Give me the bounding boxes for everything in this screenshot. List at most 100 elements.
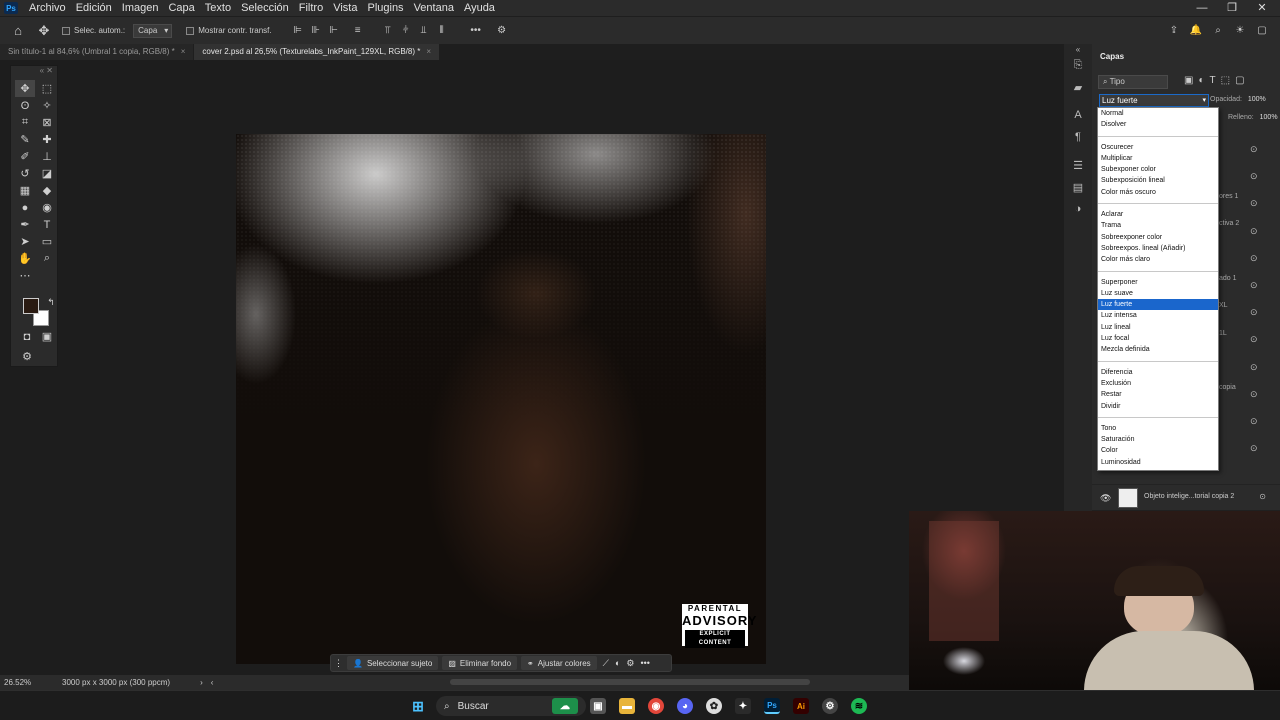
adjust-colors-button[interactable]: ⚭ Ajustar colores [521, 656, 597, 670]
blend-mode-option[interactable]: Exclusión [1098, 378, 1218, 389]
blend-mode-option[interactable]: Luz lineal [1098, 322, 1218, 333]
stamp-tool-icon[interactable]: ⊥ [37, 148, 57, 165]
history-icon[interactable]: ⎘ [1064, 54, 1092, 76]
menu-item-5[interactable]: Selección [236, 0, 294, 16]
blend-mode-option[interactable]: Dividir [1098, 401, 1218, 412]
opacity-control[interactable]: Opacidad: 100% [1210, 96, 1266, 103]
blend-mode-option[interactable]: Sobreexpos. lineal (Añadir) [1098, 243, 1218, 254]
layer-fx-icon[interactable]: ⊙ [1250, 163, 1258, 190]
layer-fx-icon[interactable]: ⊙ [1250, 435, 1258, 462]
workspace-icon[interactable]: ▢ [1254, 23, 1270, 39]
menu-item-1[interactable]: Edición [71, 0, 117, 16]
visibility-eye-icon[interactable]: 👁 [1100, 493, 1111, 504]
document-canvas[interactable]: PARENTAL ADVISORY EXPLICIT CONTENT [236, 134, 766, 664]
chrome-icon[interactable]: ◉ [648, 698, 664, 714]
scroll-left-icon[interactable]: ‹ [211, 678, 214, 687]
auto-select-checkbox[interactable]: Selec. autom.: [62, 26, 125, 35]
history-brush-icon[interactable]: ↺ [15, 165, 35, 182]
align-bottom-icon[interactable]: ⫫ [416, 23, 432, 39]
horizontal-scrollbar[interactable] [450, 679, 810, 685]
distribute-vertical-icon[interactable]: ⦀ [434, 23, 450, 39]
blend-mode-option[interactable]: Color [1098, 445, 1218, 456]
auto-select-target-select[interactable]: Capa [133, 23, 173, 38]
collapse-panels-icon[interactable]: « [1064, 44, 1092, 54]
swap-colors-icon[interactable]: ↰ [41, 294, 61, 311]
blend-mode-option[interactable]: Mezcla definida [1098, 344, 1218, 355]
align-middle-icon[interactable]: ⫩ [398, 23, 414, 39]
opacity-value[interactable]: 100% [1248, 96, 1266, 103]
screen-mode-icon[interactable]: ▣ [37, 328, 57, 345]
layer-name[interactable]: Objeto intelige...torial copia 2 [1144, 493, 1234, 500]
blend-mode-option[interactable]: Multiplicar [1098, 153, 1218, 164]
magic-wand-icon[interactable]: ✧ [37, 97, 57, 114]
frame-tool-icon[interactable]: ⊠ [37, 114, 57, 131]
select-subject-button[interactable]: 👤 Seleccionar sujeto [347, 656, 439, 670]
drag-handle-icon[interactable]: ⋮ [334, 658, 343, 669]
close-tab-icon[interactable]: × [426, 47, 431, 56]
mask-icon[interactable]: ⚙ [626, 658, 634, 669]
blend-mode-option[interactable]: Saturación [1098, 434, 1218, 445]
weather-widget-icon[interactable]: ☁ [552, 698, 578, 714]
blend-mode-option[interactable]: Aclarar [1098, 209, 1218, 220]
collapse-icon[interactable]: « ✕ [11, 66, 57, 76]
marquee-tool-icon[interactable]: ⬚ [37, 80, 57, 97]
blend-mode-option[interactable]: Trama [1098, 220, 1218, 231]
notifications-bell-icon[interactable]: 🔔 [1188, 23, 1204, 39]
blend-mode-option[interactable]: Subexposición lineal [1098, 175, 1218, 186]
menu-item-2[interactable]: Imagen [117, 0, 164, 16]
rectangle-tool-icon[interactable]: ▭ [37, 233, 57, 250]
layer-fx-icon[interactable]: ⊙ [1250, 245, 1258, 272]
share-icon[interactable]: ⇪ [1166, 23, 1182, 39]
menu-item-4[interactable]: Texto [200, 0, 236, 16]
menu-item-9[interactable]: Ventana [409, 0, 459, 16]
menu-item-8[interactable]: Plugins [362, 0, 408, 16]
brush-tool-icon[interactable]: ✐ [15, 148, 35, 165]
transform-icon[interactable]: ⟋ [603, 658, 609, 669]
adjustment-layer-icon[interactable]: ◐ [615, 658, 620, 668]
menu-item-0[interactable]: Archivo [24, 0, 71, 16]
crop-tool-icon[interactable]: ⌗ [15, 114, 35, 131]
gradient-tool-icon[interactable]: ▦ [15, 182, 35, 199]
move-tool-icon[interactable]: ✥ [34, 21, 54, 41]
paragraph-icon[interactable]: ¶ [1064, 126, 1092, 148]
minimize-icon[interactable]: — [1188, 0, 1216, 16]
tab-document-1[interactable]: Sin título-1 al 84,6% (Umbral 1 copia, R… [0, 44, 194, 60]
windows-start-icon[interactable]: ⊞ [410, 698, 426, 714]
quick-mask-icon[interactable]: ◘ [17, 328, 37, 345]
adjust-filter-icon[interactable]: ◐ [1198, 75, 1204, 86]
status-arrow-icon[interactable]: › [200, 678, 203, 687]
hand-tool-icon[interactable]: ✋ [15, 250, 35, 267]
blend-mode-option[interactable]: Luz suave [1098, 288, 1218, 299]
zoom-level[interactable]: 26.52% [4, 678, 60, 687]
foreground-color-swatch[interactable] [23, 298, 39, 314]
menu-item-7[interactable]: Vista [328, 0, 362, 16]
layer-fx-icon[interactable]: ⊙ [1250, 218, 1258, 245]
layer-fx-icon[interactable]: ⊙ [1250, 354, 1258, 381]
align-right-icon[interactable]: ⊩ [326, 23, 342, 39]
home-icon[interactable]: ⌂ [8, 21, 28, 41]
maximize-icon[interactable]: ❐ [1218, 0, 1246, 16]
more-tools-icon[interactable]: ⋯ [15, 267, 35, 284]
blend-mode-option[interactable]: Diferencia [1098, 367, 1218, 378]
blend-mode-option[interactable]: Luz fuerte [1098, 299, 1218, 311]
menu-item-10[interactable]: Ayuda [459, 0, 500, 16]
task-view-icon[interactable]: ▣ [590, 698, 606, 714]
blend-mode-select[interactable]: Luz fuerte [1099, 94, 1209, 107]
pen-tool-icon[interactable]: ✒ [15, 216, 35, 233]
blend-mode-option[interactable]: Luz focal [1098, 333, 1218, 344]
blend-mode-option[interactable]: Color más oscuro [1098, 187, 1218, 198]
remove-background-button[interactable]: ▨ Eliminar fondo [442, 656, 518, 670]
move-tool-icon[interactable]: ✥ [15, 80, 35, 97]
blend-mode-option[interactable]: Luminosidad [1098, 457, 1218, 468]
blend-mode-option[interactable]: Sobreexponer color [1098, 232, 1218, 243]
color-icon[interactable]: ◑ [1064, 198, 1092, 220]
blend-mode-option[interactable]: Oscurecer [1098, 142, 1218, 153]
more-icon[interactable]: ••• [641, 658, 650, 668]
type-filter-icon[interactable]: T [1210, 75, 1216, 86]
search-icon[interactable]: ⌕ [1210, 23, 1226, 39]
figma-icon[interactable]: ✦ [735, 698, 751, 714]
layer-fx-icon[interactable]: ⊙ [1250, 136, 1258, 163]
discover-lightbulb-icon[interactable]: ☀ [1232, 23, 1248, 39]
lasso-tool-icon[interactable]: ʘ [15, 97, 35, 114]
sponge-tool-icon[interactable]: ◉ [37, 199, 57, 216]
